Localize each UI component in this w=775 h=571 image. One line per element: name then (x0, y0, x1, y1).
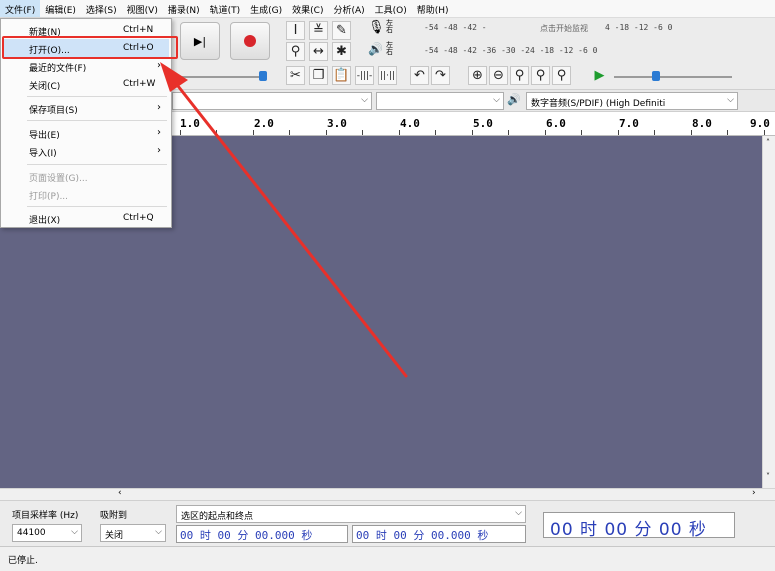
annotation-arrow (160, 62, 408, 378)
